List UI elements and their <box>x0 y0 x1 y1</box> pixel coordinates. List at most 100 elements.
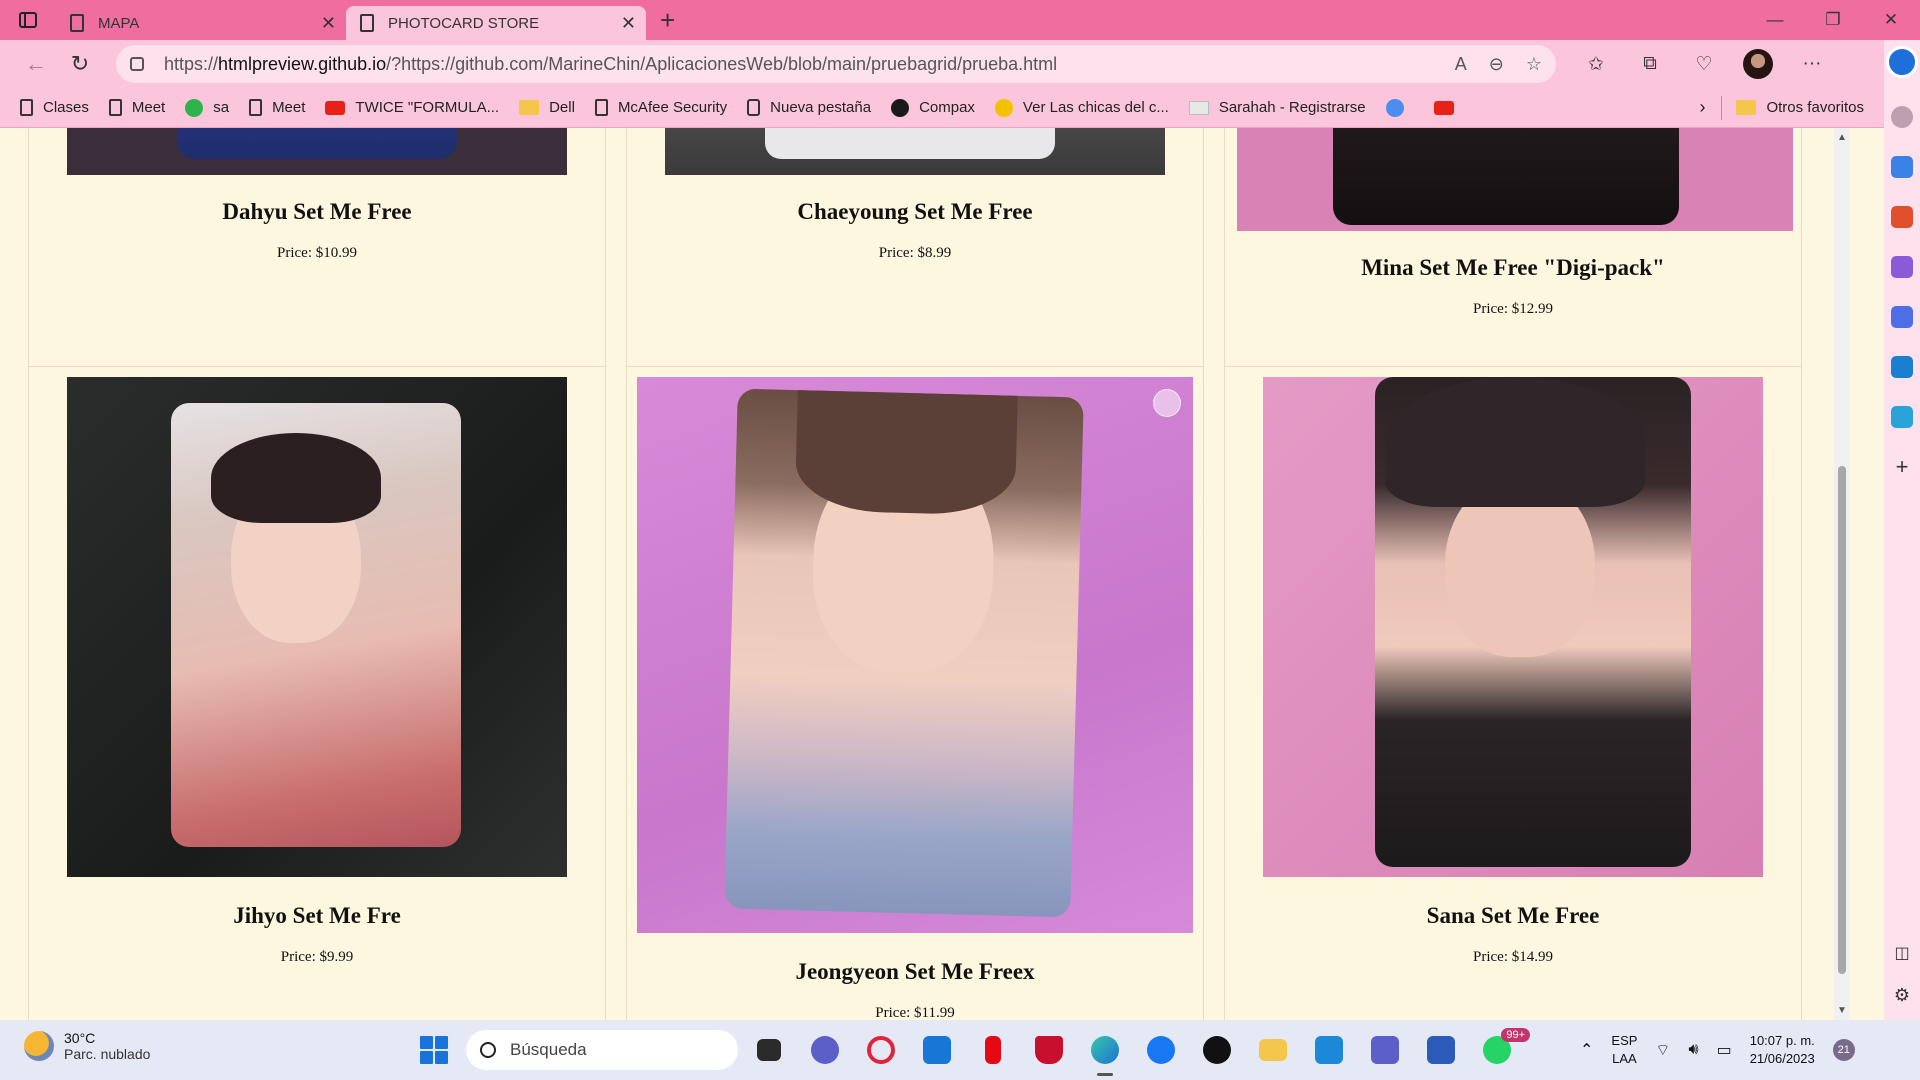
more-options-icon[interactable]: ··· <box>1794 46 1830 82</box>
scrollbar-thumb[interactable] <box>1838 466 1846 974</box>
word-icon[interactable] <box>1422 1030 1460 1070</box>
weather-widget[interactable]: 30°C Parc. nublado <box>24 1030 150 1062</box>
close-icon[interactable]: ✕ <box>321 13 336 34</box>
chevron-up-icon[interactable]: ⌃ <box>1580 1040 1593 1060</box>
tools-icon[interactable] <box>1891 206 1913 228</box>
scroll-up-icon[interactable]: ▲ <box>1837 132 1847 143</box>
office-icon[interactable] <box>1891 306 1913 328</box>
tab-mapa[interactable]: MAPA ✕ <box>56 6 346 40</box>
start-icon[interactable] <box>420 1036 448 1064</box>
file-explorer-icon[interactable] <box>1254 1030 1292 1070</box>
favorite-star-icon[interactable]: ☆ <box>1526 54 1542 75</box>
volume-icon[interactable]: 🔊︎ <box>1688 1041 1698 1059</box>
play-icon <box>1385 98 1404 117</box>
bookmark-las-chicas[interactable]: Ver Las chicas del c... <box>994 98 1169 117</box>
vscode-icon[interactable] <box>1310 1030 1348 1070</box>
new-tab-button[interactable]: + <box>660 7 675 33</box>
facebook-icon[interactable] <box>1142 1030 1180 1070</box>
minimize-icon[interactable]: — <box>1746 0 1804 40</box>
chevron-right-icon[interactable]: › <box>1699 97 1705 118</box>
scroll-down-icon[interactable]: ▼ <box>1837 1005 1847 1016</box>
page-icon <box>249 99 263 116</box>
bookmark-twice[interactable]: TWICE "FORMULA... <box>325 99 499 116</box>
taskbar-search[interactable]: Búsqueda <box>466 1030 738 1070</box>
bookmark-nueva-pestana[interactable]: Nueva pestaña <box>747 99 871 116</box>
favorites-icon[interactable]: ✩ <box>1578 46 1614 82</box>
search-icon[interactable] <box>1891 106 1913 128</box>
battery-icon[interactable]: ▭ <box>1717 1040 1732 1060</box>
tab-bar: MAPA ✕ PHOTOCARD STORE ✕ + — ❐ ✕ <box>0 0 1920 40</box>
window-controls: — ❐ ✕ <box>1746 0 1920 40</box>
shopping-tag-icon[interactable] <box>1891 156 1913 178</box>
teams-icon[interactable] <box>1366 1030 1404 1070</box>
bookmark-youtube[interactable] <box>1433 100 1464 115</box>
product-card-jeongyeon[interactable]: Jeongyeon Set Me Freex Price: $11.99 <box>626 366 1204 1020</box>
zoom-out-icon[interactable]: ⊖ <box>1489 54 1504 75</box>
edge-icon[interactable] <box>1086 1030 1124 1076</box>
games-icon[interactable] <box>1891 256 1913 278</box>
wifi-icon[interactable]: ⌔ <box>1655 1040 1670 1060</box>
bookmark-sarahah[interactable]: Sarahah - Registrarse <box>1188 99 1366 116</box>
whatsapp-badge: 99+ <box>1501 1028 1530 1042</box>
url-path: /?https://github.com/MarineChin/Aplicaci… <box>386 53 1058 74</box>
tab-actions-icon[interactable] <box>0 0 56 40</box>
tab-photocard-store[interactable]: PHOTOCARD STORE ✕ <box>346 6 646 40</box>
language-indicator[interactable]: ESP LAA <box>1611 1032 1637 1068</box>
bookmark-label: McAfee Security <box>617 99 728 116</box>
bookmark-meet-2[interactable]: Meet <box>249 99 305 116</box>
outlook-icon[interactable] <box>1891 356 1913 378</box>
url-tools: A ⊖ ☆ <box>1455 54 1542 75</box>
bookmark-clases[interactable]: Clases <box>20 99 89 116</box>
language-code: ESP <box>1611 1033 1638 1048</box>
back-button[interactable]: ← <box>14 44 58 84</box>
restore-icon[interactable]: ❐ <box>1804 0 1862 40</box>
send-icon[interactable] <box>1891 406 1913 428</box>
tiktok-icon[interactable] <box>1198 1030 1236 1070</box>
page-scrollbar[interactable]: ▲ ▼ <box>1834 128 1850 1020</box>
visual-search-icon[interactable] <box>1153 389 1181 417</box>
add-icon[interactable]: + <box>1896 454 1909 480</box>
read-aloud-icon[interactable]: A <box>1455 54 1467 75</box>
split-screen-icon[interactable]: ◫ <box>1894 943 1909 963</box>
refresh-button[interactable]: ↻ <box>58 44 102 84</box>
clock[interactable]: 10:07 p. m. 21/06/2023 <box>1750 1032 1815 1068</box>
task-view-icon[interactable] <box>750 1030 788 1070</box>
page-icon <box>594 99 608 116</box>
url-text[interactable]: https://htmlpreview.github.io/?https://g… <box>164 54 1455 75</box>
bookmark-video[interactable] <box>1385 98 1414 117</box>
lock-icon[interactable] <box>130 57 144 71</box>
notification-badge[interactable]: 21 <box>1832 1039 1855 1061</box>
product-title: Jeongyeon Set Me Freex <box>795 959 1035 984</box>
collections-icon[interactable]: ⧉ <box>1632 46 1668 82</box>
photocard-image <box>1333 128 1679 225</box>
bookmark-dell[interactable]: Dell <box>519 99 575 116</box>
whatsapp-icon[interactable]: 99+ <box>1478 1028 1530 1070</box>
netflix-icon[interactable] <box>974 1030 1012 1070</box>
close-window-icon[interactable]: ✕ <box>1862 0 1920 40</box>
teams-chat-icon[interactable] <box>806 1030 844 1070</box>
clock-date: 21/06/2023 <box>1749 1051 1815 1066</box>
bookmark-sa[interactable]: sa <box>185 98 229 117</box>
weather-icon <box>24 1031 54 1061</box>
product-card-sana[interactable]: Sana Set Me Free Price: $14.99 <box>1224 366 1802 1020</box>
page-icon <box>20 99 33 116</box>
bookmark-meet[interactable]: Meet <box>108 99 165 116</box>
product-card-jihyo[interactable]: Jihyo Set Me Fre Price: $9.99 <box>28 366 606 1020</box>
performance-icon[interactable]: ♡ <box>1686 46 1722 82</box>
bookmark-mcafee[interactable]: McAfee Security <box>594 99 728 116</box>
bookmark-compax[interactable]: Compax <box>891 98 975 117</box>
close-icon[interactable]: ✕ <box>621 13 636 34</box>
product-photo <box>1237 128 1793 231</box>
microsoft-store-icon[interactable] <box>918 1030 956 1070</box>
mail-icon <box>1188 100 1209 115</box>
bing-copilot-icon[interactable] <box>1886 46 1918 78</box>
bookmark-label: Nueva pestaña <box>770 99 872 116</box>
bookmark-otros-favoritos[interactable]: Otros favoritos <box>1736 99 1864 116</box>
page-icon <box>360 14 374 32</box>
profile-avatar[interactable] <box>1740 46 1776 82</box>
mcafee-icon[interactable] <box>1030 1030 1068 1070</box>
settings-gear-icon[interactable]: ⚙ <box>1894 985 1910 1006</box>
opera-icon[interactable] <box>862 1030 900 1070</box>
bookmark-label: Sarahah - Registrarse <box>1218 99 1366 116</box>
address-bar[interactable]: https://htmlpreview.github.io/?https://g… <box>116 45 1556 83</box>
